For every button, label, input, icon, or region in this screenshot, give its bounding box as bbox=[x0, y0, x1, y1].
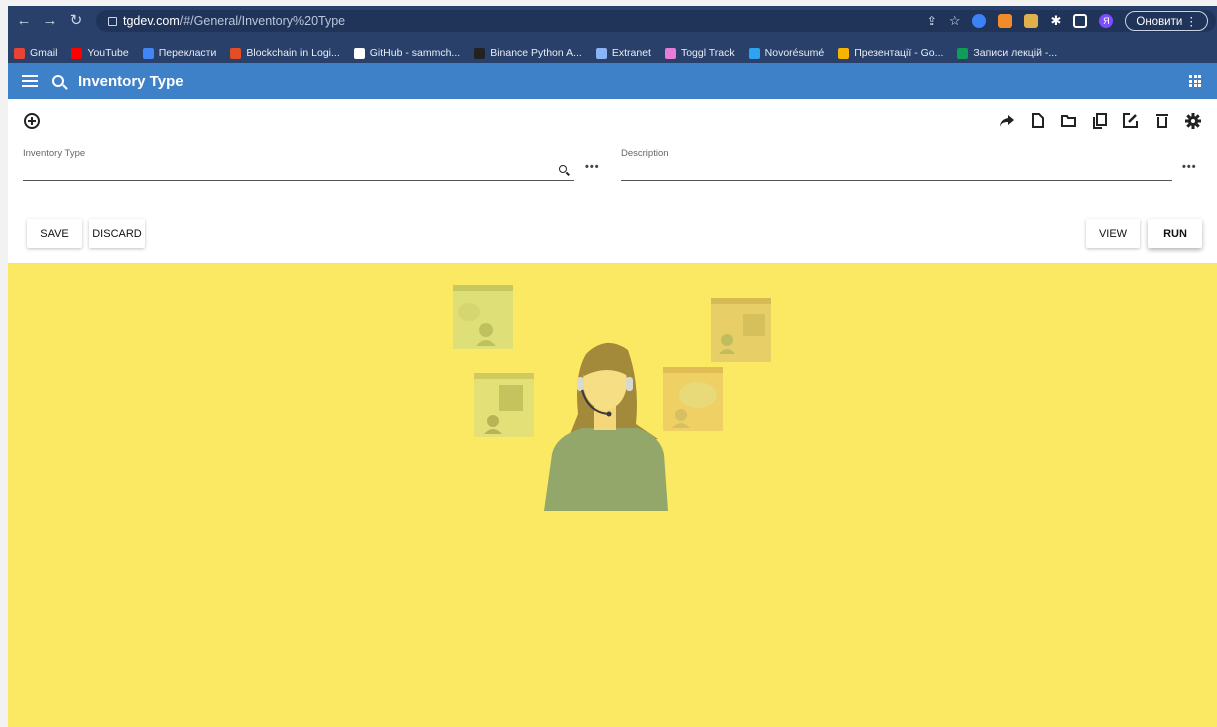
bookmark-favicon-icon bbox=[474, 47, 486, 59]
bookmark-label: Toggl Track bbox=[680, 47, 735, 59]
folder-icon[interactable] bbox=[1060, 112, 1077, 129]
share-page-icon[interactable]: ⇪ bbox=[927, 14, 937, 28]
url-host: tgdev.com bbox=[123, 14, 180, 28]
lookup-search-icon[interactable] bbox=[559, 165, 567, 173]
bookmark-label: Novorésumé bbox=[764, 47, 825, 59]
bookmark-item[interactable]: Перекласти bbox=[142, 47, 217, 59]
bookmark-item[interactable]: Презентації - Go... bbox=[838, 47, 943, 59]
bookmark-item[interactable]: Записи лекцій -... bbox=[957, 47, 1057, 59]
inventory-type-underline bbox=[23, 180, 574, 181]
bookmark-item[interactable]: Blockchain in Logi... bbox=[230, 47, 340, 59]
bookmark-favicon-icon bbox=[142, 47, 154, 59]
discard-button[interactable]: DISCARD bbox=[89, 219, 145, 248]
bookmark-item[interactable]: GitHub - sammch... bbox=[353, 47, 461, 59]
chat-window bbox=[453, 285, 513, 349]
bookmark-item[interactable]: YouTube bbox=[71, 47, 129, 59]
update-button-label: Оновити bbox=[1136, 16, 1183, 28]
bookmark-label: Binance Python A... bbox=[490, 47, 582, 59]
url-path: /#/General/Inventory%20Type bbox=[179, 14, 346, 28]
apps-grid-icon[interactable] bbox=[1189, 75, 1201, 87]
bookmark-favicon-icon bbox=[664, 47, 676, 59]
bookmark-label: Записи лекцій -... bbox=[973, 47, 1058, 59]
bookmark-item[interactable]: Extranet bbox=[595, 47, 651, 59]
extension-icon[interactable] bbox=[972, 14, 987, 28]
description-underline bbox=[621, 180, 1172, 181]
bookmark-item[interactable]: Binance Python A... bbox=[474, 47, 582, 59]
page-title: Inventory Type bbox=[78, 72, 184, 90]
bookmark-favicon-icon bbox=[71, 47, 83, 59]
inventory-type-label: Inventory Type bbox=[23, 148, 86, 159]
description-label: Description bbox=[621, 148, 669, 159]
reload-icon[interactable]: ↻ bbox=[66, 11, 86, 29]
edit-icon[interactable] bbox=[1122, 112, 1139, 129]
support-agent-illustration bbox=[453, 285, 771, 511]
puzzle-icon[interactable]: ✱ bbox=[1050, 13, 1061, 29]
bookmark-label: Презентації - Go... bbox=[854, 47, 944, 59]
chat-window bbox=[474, 373, 534, 437]
bookmark-item[interactable]: Toggl Track bbox=[664, 47, 735, 59]
bookmark-label: GitHub - sammch... bbox=[369, 47, 461, 59]
new-document-icon[interactable] bbox=[1029, 112, 1046, 129]
bookmark-item[interactable]: Gmail bbox=[14, 47, 57, 59]
side-panel-icon[interactable] bbox=[1073, 14, 1088, 28]
forward-icon[interactable]: → bbox=[40, 12, 60, 29]
inventory-type-more-icon[interactable]: ••• bbox=[585, 161, 600, 173]
bookmark-label: YouTube bbox=[87, 47, 129, 59]
app-bar: Inventory Type bbox=[8, 63, 1217, 99]
hamburger-menu-icon[interactable] bbox=[22, 75, 38, 87]
browser-url-row: ← → ↻ tgdev.com/#/General/Inventory%20Ty… bbox=[8, 8, 1217, 32]
extension-icon[interactable] bbox=[1024, 14, 1039, 28]
add-circle-icon[interactable] bbox=[24, 113, 40, 129]
save-button[interactable]: SAVE bbox=[27, 219, 82, 248]
bookmark-favicon-icon bbox=[14, 47, 25, 59]
bookmark-label: Gmail bbox=[30, 47, 58, 59]
description-more-icon[interactable]: ••• bbox=[1182, 161, 1197, 173]
chat-window bbox=[663, 367, 723, 431]
browser-actions: ⇪ ☆ ✱ Я Оновити ⋮ bbox=[927, 10, 1208, 32]
bookmark-favicon-icon bbox=[748, 47, 760, 59]
delete-icon[interactable] bbox=[1153, 112, 1170, 129]
form-panel: Inventory Type ••• Description ••• SAVE … bbox=[8, 99, 1217, 264]
bookmark-label: Blockchain in Logi... bbox=[246, 47, 340, 59]
address-bar[interactable]: tgdev.com/#/General/Inventory%20Type ⇪ ☆… bbox=[96, 10, 1216, 32]
search-icon[interactable] bbox=[52, 75, 64, 87]
update-button[interactable]: Оновити ⋮ bbox=[1125, 11, 1208, 31]
app-window: ← → ↻ tgdev.com/#/General/Inventory%20Ty… bbox=[0, 0, 1217, 727]
profile-avatar[interactable]: Я bbox=[1099, 14, 1114, 28]
share-icon[interactable] bbox=[998, 112, 1015, 129]
agent-figure bbox=[544, 342, 668, 511]
record-toolbar bbox=[998, 112, 1201, 129]
bookmark-favicon-icon bbox=[595, 47, 607, 59]
bookmarks-bar: Gmail YouTube Перекласти Blockchain in Logi… bbox=[8, 43, 1217, 63]
lock-icon bbox=[108, 16, 117, 26]
view-button[interactable]: VIEW bbox=[1086, 219, 1140, 248]
bookmark-item[interactable]: Novorésumé bbox=[748, 47, 825, 59]
bookmark-favicon-icon bbox=[230, 47, 242, 59]
metamask-icon[interactable] bbox=[998, 14, 1013, 28]
bookmark-favicon-icon bbox=[353, 47, 365, 59]
illustration-area bbox=[8, 264, 1217, 727]
bookmark-star-icon[interactable]: ☆ bbox=[949, 13, 961, 29]
bookmark-label: Extranet bbox=[611, 47, 651, 59]
bookmark-favicon-icon bbox=[838, 47, 850, 59]
chat-window bbox=[711, 298, 771, 362]
bookmark-label: Перекласти bbox=[158, 47, 217, 59]
copy-icon[interactable] bbox=[1091, 112, 1108, 129]
run-button[interactable]: RUN bbox=[1148, 219, 1202, 248]
settings-icon[interactable] bbox=[1184, 112, 1201, 129]
back-icon[interactable]: ← bbox=[14, 12, 34, 29]
bookmark-favicon-icon bbox=[957, 47, 969, 59]
